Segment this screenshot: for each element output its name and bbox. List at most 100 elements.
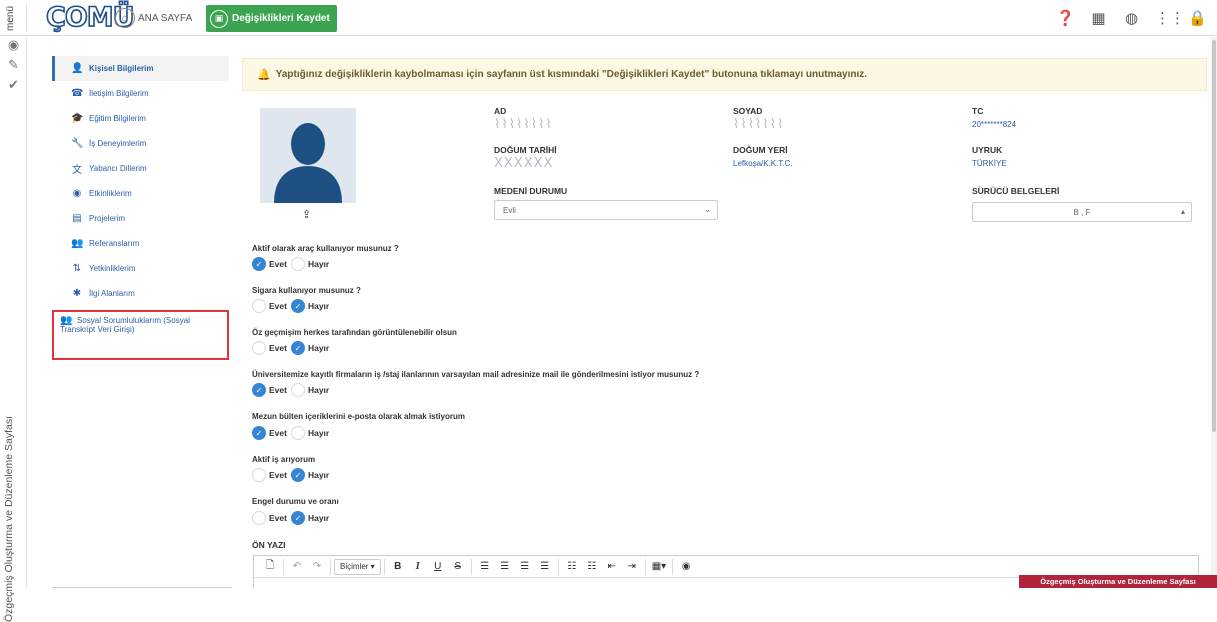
sidebar-item-egitim[interactable]: 🎓 Eğitim Bilgilerim bbox=[52, 106, 229, 131]
field-label: DOĞUM TARİHİ bbox=[494, 145, 557, 155]
sort-icon: ⇅ bbox=[72, 263, 82, 274]
calendar-icon[interactable]: ▦ bbox=[1089, 9, 1108, 27]
italic-icon[interactable]: I bbox=[408, 558, 428, 576]
radio-hayir[interactable]: ✓ Hayır bbox=[290, 299, 329, 313]
sidebar-item-referans[interactable]: 👥 Referanslarım bbox=[52, 231, 229, 256]
question-label: Mezun bülten içeriklerini e-posta olarak… bbox=[252, 412, 465, 421]
radio-evet[interactable]: ✓ Evet bbox=[252, 426, 287, 440]
sidebar-item-etkinlik[interactable]: ◉ Etkinliklerim bbox=[52, 181, 229, 206]
radio-evet[interactable]: ✓ Evet bbox=[252, 383, 287, 397]
sidebar-item-label: Projelerim bbox=[89, 214, 126, 223]
outdent-icon[interactable]: ⇤ bbox=[602, 558, 622, 576]
align-justify-icon[interactable]: ☰ bbox=[535, 558, 555, 576]
sidebar-item-ilgi-alan[interactable]: ✱ İlgi Alanlarım bbox=[52, 281, 229, 306]
radio-empty bbox=[290, 383, 305, 397]
radio-label: Evet bbox=[269, 259, 287, 269]
user-plus-icon: 👥 bbox=[71, 238, 84, 249]
dot-circle-icon: ◉ bbox=[72, 188, 82, 199]
radio-evet[interactable]: Evet bbox=[252, 299, 287, 313]
sidebar-item-iletisim[interactable]: ☎ İletişim Bilgilerim bbox=[52, 81, 229, 106]
menu-toggle[interactable]: menü bbox=[5, 4, 16, 32]
sidebar-item-sosyal-sorumluluk[interactable]: 👥 Sosyal Sorumluluklarım (Sosyal Transkr… bbox=[52, 310, 229, 360]
preview-eye-icon[interactable]: ◉ bbox=[676, 558, 696, 576]
sidebar-item-kisisel[interactable]: 👤 Kişisel Bilgilerim bbox=[52, 56, 229, 81]
marital-status-select[interactable]: Evli ⌄ bbox=[494, 200, 718, 220]
check-icon: ✓ bbox=[252, 426, 266, 440]
eye-icon[interactable]: ◉ bbox=[0, 37, 27, 57]
save-changes-button[interactable]: ▣ Değişiklikleri Kaydet bbox=[206, 5, 337, 32]
radio-evet[interactable]: Evet bbox=[252, 511, 287, 525]
field-label: DOĞUM YERİ bbox=[733, 145, 788, 155]
formats-dropdown[interactable]: Biçimler ▾ bbox=[334, 558, 381, 575]
radio-label: Hayır bbox=[307, 428, 330, 438]
field-label: SÜRÜCÜ BELGELERİ bbox=[972, 186, 1060, 196]
strikethrough-icon[interactable]: S bbox=[448, 558, 468, 576]
sidebar-item-label: İletişim Bilgilerim bbox=[89, 89, 149, 98]
radio-hayir[interactable]: ✓ Hayır bbox=[290, 468, 330, 482]
radio-hayir[interactable]: Hayır bbox=[290, 383, 329, 397]
select-value: B , F bbox=[1073, 207, 1091, 217]
field-surucu-belgesi: SÜRÜCÜ BELGELERİ bbox=[972, 186, 1059, 196]
sidebar-item-label: Kişisel Bilgilerim bbox=[89, 64, 154, 73]
bold-icon[interactable]: B bbox=[388, 558, 408, 576]
bullet-list-icon[interactable]: ☷ bbox=[562, 558, 582, 576]
check-icon[interactable]: ✔ bbox=[0, 77, 27, 97]
radio-hayir[interactable]: Hayır bbox=[290, 257, 329, 271]
table-icon[interactable]: ▦▾ bbox=[649, 558, 669, 576]
divider bbox=[283, 558, 284, 575]
radio-empty bbox=[252, 299, 266, 313]
save-label: Değişiklikleri Kaydet bbox=[232, 13, 330, 24]
new-document-icon[interactable]: 🗋 bbox=[260, 558, 280, 576]
driver-license-select[interactable]: B , F ▴ bbox=[972, 202, 1192, 222]
radio-evet[interactable]: Evet bbox=[252, 341, 287, 355]
left-rail: ◉ ✎ ✔ Özgeçmiş Oluşturma ve Düzenleme Sa… bbox=[0, 37, 27, 622]
field-medeni-durum: MEDENİ DURUMU bbox=[494, 186, 567, 196]
radio-label: Evet bbox=[269, 343, 287, 353]
home-button[interactable]: ⌂ ANA SAYFA bbox=[115, 5, 192, 31]
radio-empty bbox=[290, 257, 305, 271]
page-title-badge: Özgeçmiş Oluşturma ve Düzenleme Sayfası bbox=[1019, 575, 1217, 588]
radio-evet[interactable]: Evet bbox=[252, 468, 287, 482]
radio-label: Hayır bbox=[307, 470, 330, 480]
field-label: TC bbox=[972, 106, 984, 116]
radio-hayir[interactable]: Hayır bbox=[290, 426, 330, 440]
help-icon[interactable]: ❓ bbox=[1056, 9, 1075, 27]
indent-icon[interactable]: ⇥ bbox=[622, 558, 642, 576]
sidebar-item-is-deneyim[interactable]: 🔧 İş Deneyimlerim bbox=[52, 131, 229, 156]
select-value: Evli bbox=[503, 205, 516, 215]
field-label: MEDENİ DURUMU bbox=[494, 186, 568, 196]
upload-photo-icon[interactable]: ⇪ bbox=[302, 208, 311, 221]
lock-icon[interactable]: 🔒 bbox=[1188, 9, 1207, 27]
chevron-down-icon: ⌄ bbox=[704, 205, 711, 214]
numbered-list-icon[interactable]: ☷ bbox=[582, 558, 602, 576]
radio-label: Hayır bbox=[307, 513, 330, 523]
align-center-icon[interactable]: ☰ bbox=[495, 558, 515, 576]
radio-group-sigara: Evet ✓ Hayır bbox=[252, 298, 333, 314]
radio-evet[interactable]: ✓ Evet bbox=[252, 257, 287, 271]
redo-icon[interactable]: ↷ bbox=[307, 558, 327, 576]
sidebar-item-label: İş Deneyimlerim bbox=[89, 139, 147, 148]
radio-hayir[interactable]: ✓ Hayır bbox=[290, 341, 329, 355]
sidebar-item-proje[interactable]: ▤ Projelerim bbox=[52, 206, 229, 231]
radio-label: Evet bbox=[269, 513, 287, 523]
sidebar-item-yetkinlik[interactable]: ⇅ Yetkinliklerim bbox=[52, 256, 229, 281]
radio-hayir[interactable]: ✓ Hayır bbox=[290, 511, 330, 525]
edit-icon[interactable]: ✎ bbox=[0, 57, 27, 77]
undo-icon[interactable]: ↶ bbox=[287, 558, 307, 576]
align-left-icon[interactable]: ☰ bbox=[475, 558, 495, 576]
radio-label: Evet bbox=[269, 470, 287, 480]
editor-toolbar: 🗋 ↶ ↷ Biçimler ▾ B I U S ☰ ☰ ☰ ☰ ☷ ☷ ⇤ ⇥… bbox=[253, 555, 1199, 577]
phone-icon: ☎ bbox=[71, 88, 84, 99]
align-right-icon[interactable]: ☰ bbox=[515, 558, 535, 576]
globe-icon[interactable]: ◍ bbox=[1122, 9, 1141, 27]
radio-label: Evet bbox=[269, 301, 287, 311]
underline-icon[interactable]: U bbox=[428, 558, 448, 576]
section-sidebar: 👤 Kişisel Bilgilerim ☎ İletişim Bilgiler… bbox=[52, 56, 229, 360]
scrollbar-thumb[interactable] bbox=[1212, 40, 1216, 432]
masked-value: XXXXXX bbox=[494, 156, 554, 171]
sidebar-item-label: Etkinliklerim bbox=[89, 189, 132, 198]
field-soyad: SOYAD ⌇⌇⌇⌇⌇⌇⌇ bbox=[733, 106, 784, 131]
top-bar: menü ÇOMÜ ⌂ ANA SAYFA ▣ Değişiklikleri K… bbox=[0, 0, 1217, 36]
sidebar-item-yabanci-dil[interactable]: 文 Yabancı Dillerim bbox=[52, 156, 229, 181]
apps-grid-icon[interactable]: ⋮⋮ bbox=[1155, 9, 1185, 27]
